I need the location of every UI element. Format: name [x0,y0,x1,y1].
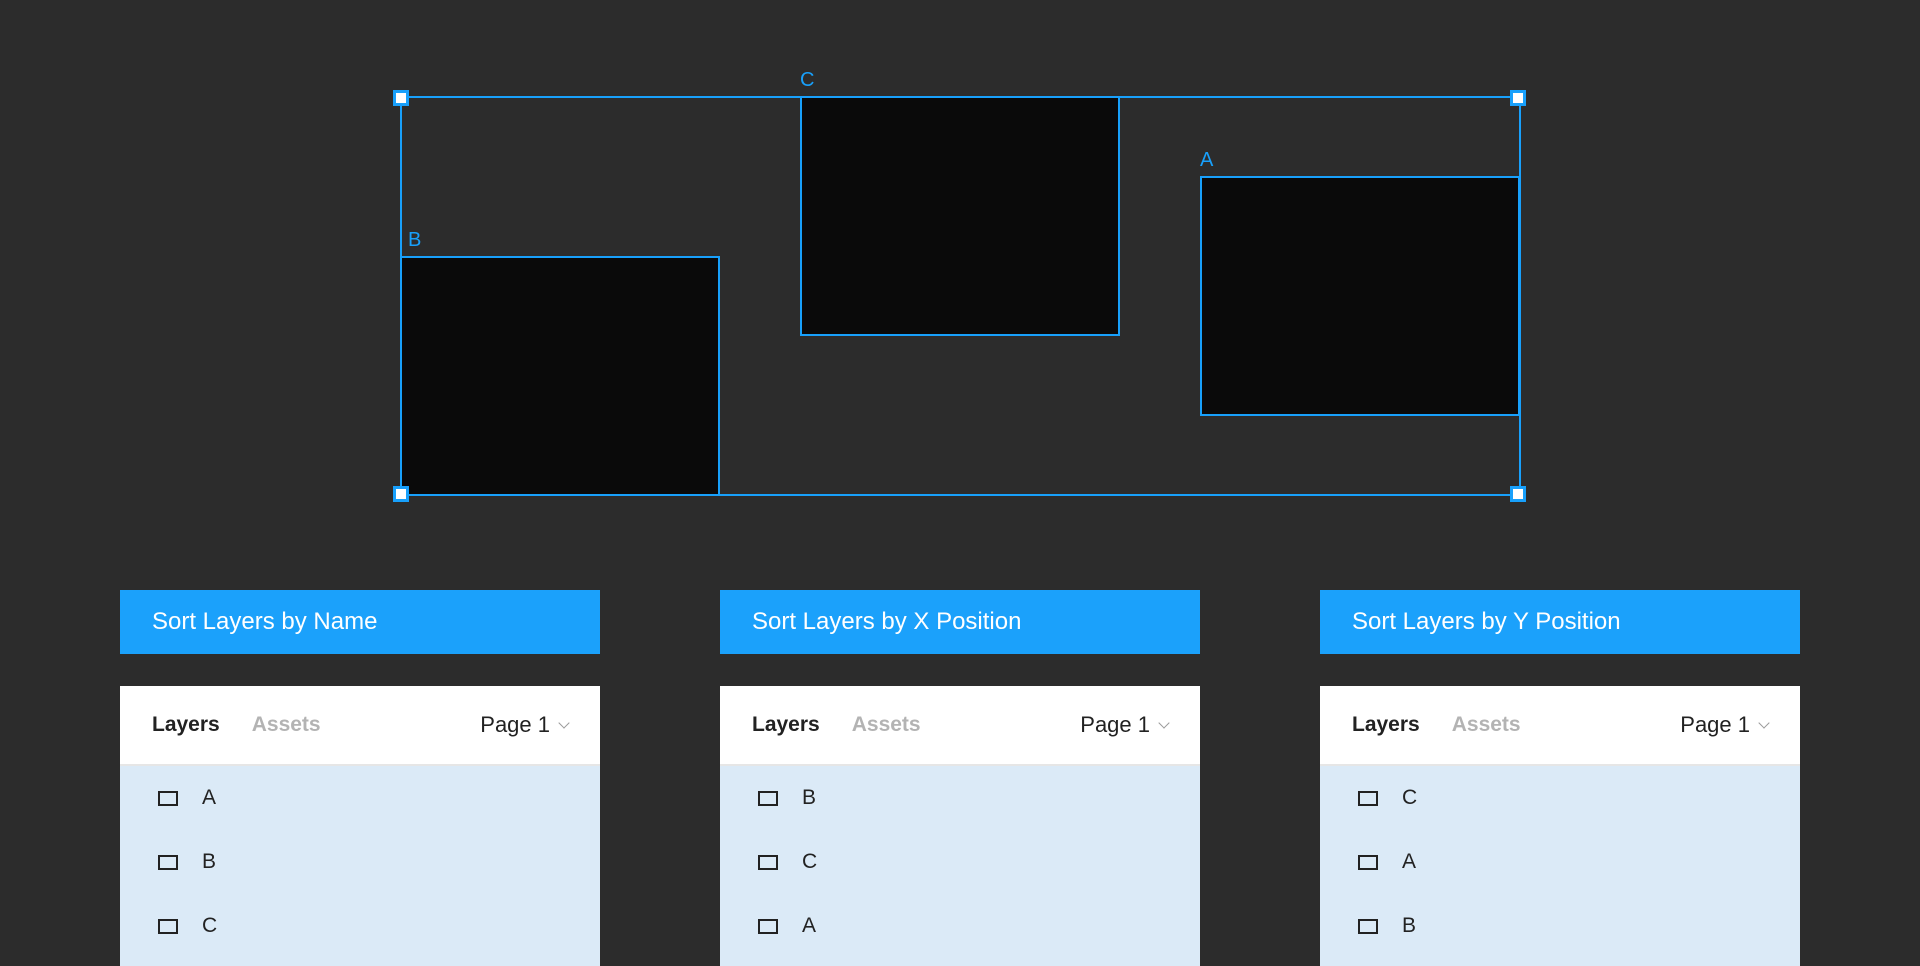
chevron-down-icon [558,716,570,729]
page-dropdown[interactable]: Page 1 [1680,712,1770,738]
layer-row[interactable]: A [120,766,600,830]
layer-row[interactable]: A [720,894,1200,958]
layer-name: C [1402,786,1418,809]
page-dropdown[interactable]: Page 1 [1080,712,1170,738]
tab-assets[interactable]: Assets [852,713,921,737]
panel-sort-by-name: Sort Layers by Name Layers Assets Page 1… [120,590,600,966]
frame-icon [1358,790,1378,806]
layer-row[interactable]: C [1320,766,1800,830]
frame-icon [758,918,778,934]
chevron-down-icon [1758,716,1770,729]
tab-layers[interactable]: Layers [152,713,220,737]
frame-icon [158,918,178,934]
layer-row[interactable]: B [1320,894,1800,958]
tab-assets[interactable]: Assets [252,713,321,737]
layers-panel: Layers Assets Page 1 A B C [120,686,600,966]
layer-row[interactable]: A [1320,830,1800,894]
panel-title: Sort Layers by X Position [720,590,1200,654]
tab-layers[interactable]: Layers [1352,713,1420,737]
frame-icon [1358,854,1378,870]
frame-label-a[interactable]: A [1200,150,1213,170]
layer-row[interactable]: C [120,894,600,958]
panel-tabs: Layers Assets Page 1 [1320,686,1800,766]
page-dropdown-label: Page 1 [1080,712,1150,737]
page-dropdown[interactable]: Page 1 [480,712,570,738]
layer-name: C [802,850,818,873]
panel-tabs: Layers Assets Page 1 [720,686,1200,766]
layer-list: A B C [120,766,600,966]
page-dropdown-label: Page 1 [1680,712,1750,737]
resize-handle-top-right[interactable] [1510,90,1526,106]
layer-name: A [1402,850,1417,873]
page-dropdown-label: Page 1 [480,712,550,737]
layer-row[interactable]: C [720,830,1200,894]
frame-b[interactable] [400,256,720,496]
panel-sort-by-x: Sort Layers by X Position Layers Assets … [720,590,1200,966]
layers-panel: Layers Assets Page 1 B C A [720,686,1200,966]
panel-title: Sort Layers by Name [120,590,600,654]
frame-c[interactable] [800,96,1120,336]
tab-layers[interactable]: Layers [752,713,820,737]
resize-handle-bottom-right[interactable] [1510,486,1526,502]
frame-icon [1358,918,1378,934]
frame-icon [758,790,778,806]
design-canvas[interactable]: B C A [0,0,1920,560]
layer-name: B [202,850,217,873]
resize-handle-bottom-left[interactable] [393,486,409,502]
layer-name: A [202,786,217,809]
frame-label-c[interactable]: C [800,70,814,90]
resize-handle-top-left[interactable] [393,90,409,106]
frame-a[interactable] [1200,176,1520,416]
frame-icon [158,790,178,806]
layer-name: C [202,914,218,937]
layer-name: A [802,914,817,937]
layer-list: C A B [1320,766,1800,966]
tab-assets[interactable]: Assets [1452,713,1521,737]
panel-sort-by-y: Sort Layers by Y Position Layers Assets … [1320,590,1800,966]
layer-row[interactable]: B [120,830,600,894]
layer-row[interactable]: B [720,766,1200,830]
frame-icon [158,854,178,870]
frame-icon [758,854,778,870]
chevron-down-icon [1158,716,1170,729]
frame-label-b[interactable]: B [408,230,421,250]
layers-panel: Layers Assets Page 1 C A B [1320,686,1800,966]
layer-name: B [802,786,817,809]
layer-list: B C A [720,766,1200,966]
panel-title: Sort Layers by Y Position [1320,590,1800,654]
panel-tabs: Layers Assets Page 1 [120,686,600,766]
layer-name: B [1402,914,1417,937]
